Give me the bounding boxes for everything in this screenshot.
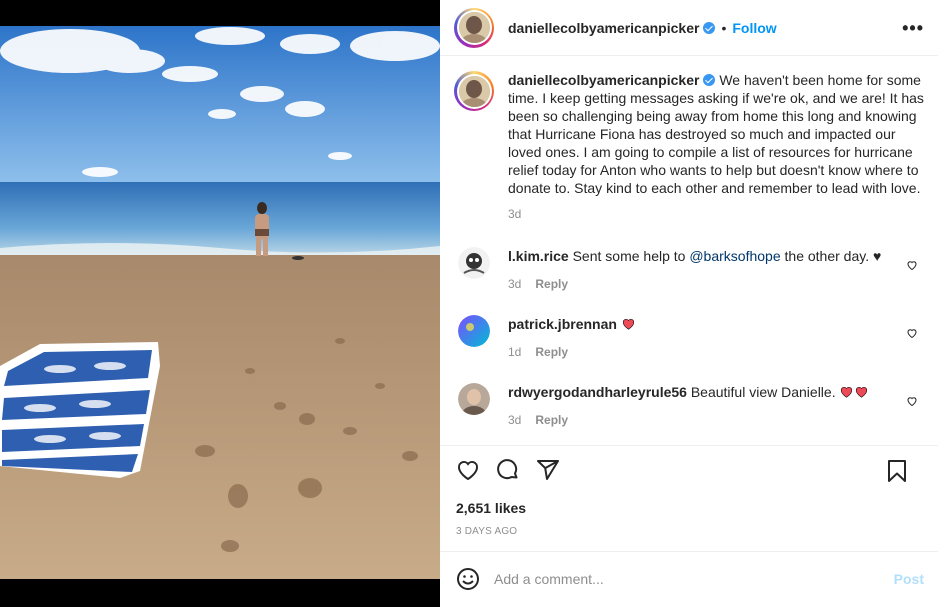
likes-count[interactable]: 2,651 likes bbox=[440, 494, 938, 516]
post-timestamp: 3 DAYS AGO bbox=[456, 526, 518, 537]
post-panel: daniellecolbyamericanpicker • Follow •••… bbox=[440, 0, 938, 607]
comments-list[interactable]: daniellecolbyamericanpicker We haven't b… bbox=[440, 57, 938, 445]
comment-item: l.kim.rice Sent some help to @barksofhop… bbox=[454, 247, 924, 293]
author-avatar[interactable] bbox=[454, 7, 494, 48]
heart-emoji bbox=[622, 319, 634, 330]
like-icon[interactable] bbox=[456, 458, 480, 482]
comment-age: 3d bbox=[508, 413, 522, 427]
separator-dot: • bbox=[721, 19, 727, 36]
comment-username[interactable]: rdwyergodandharleyrule56 bbox=[508, 384, 687, 400]
heart-emoji bbox=[856, 387, 868, 398]
beach-photo[interactable] bbox=[0, 26, 440, 579]
comment-composer: Post bbox=[440, 551, 938, 605]
comment-username[interactable]: l.kim.rice bbox=[508, 248, 569, 264]
comment-text-after: the other day. ♥ bbox=[784, 248, 882, 264]
comment-avatar[interactable] bbox=[458, 247, 490, 279]
caption-text: We haven't been home for some time. I ke… bbox=[508, 72, 924, 196]
comment-icon[interactable] bbox=[496, 458, 520, 482]
comment-input[interactable] bbox=[494, 570, 874, 587]
caption: daniellecolbyamericanpicker We haven't b… bbox=[454, 71, 924, 223]
mention-link[interactable]: @barksofhope bbox=[689, 248, 780, 264]
comment-item: patrick.jbrennan 1d Reply bbox=[454, 315, 924, 361]
bookmark-icon[interactable] bbox=[886, 459, 908, 483]
heart-emoji bbox=[841, 387, 853, 398]
caption-age: 3d bbox=[508, 207, 522, 221]
post-button[interactable]: Post bbox=[894, 571, 924, 587]
reply-button[interactable]: Reply bbox=[535, 413, 568, 427]
comment-item: rdwyergodandharleyrule56 Beautiful view … bbox=[454, 383, 924, 429]
comment-like-icon[interactable] bbox=[906, 327, 918, 339]
caption-avatar[interactable] bbox=[454, 71, 494, 111]
comment-text: Beautiful view Danielle. bbox=[690, 384, 836, 400]
verified-icon bbox=[703, 21, 716, 34]
post-media bbox=[0, 0, 440, 607]
caption-username[interactable]: daniellecolbyamericanpicker bbox=[508, 72, 699, 88]
comment-like-icon[interactable] bbox=[906, 259, 918, 271]
action-bar bbox=[440, 446, 938, 494]
comment-username[interactable]: patrick.jbrennan bbox=[508, 316, 617, 332]
reply-button[interactable]: Reply bbox=[535, 345, 568, 359]
comment-like-icon[interactable] bbox=[906, 395, 918, 407]
comment-text: Sent some help to bbox=[572, 248, 686, 264]
comment-avatar[interactable] bbox=[458, 315, 490, 347]
caption-body: daniellecolbyamericanpicker We haven't b… bbox=[508, 71, 924, 223]
author-username[interactable]: daniellecolbyamericanpicker bbox=[508, 20, 699, 36]
emoji-icon[interactable] bbox=[456, 567, 480, 591]
post-actions: 2,651 likes 3 DAYS AGO Post bbox=[440, 445, 938, 605]
verified-icon bbox=[703, 74, 716, 86]
follow-button[interactable]: Follow bbox=[732, 20, 776, 36]
share-icon[interactable] bbox=[536, 458, 560, 482]
comment-age: 1d bbox=[508, 345, 522, 359]
reply-button[interactable]: Reply bbox=[535, 277, 568, 291]
more-icon[interactable]: ••• bbox=[902, 18, 924, 39]
comment-avatar[interactable] bbox=[458, 383, 490, 415]
post-header: daniellecolbyamericanpicker • Follow ••• bbox=[440, 0, 938, 56]
comment-age: 3d bbox=[508, 277, 522, 291]
